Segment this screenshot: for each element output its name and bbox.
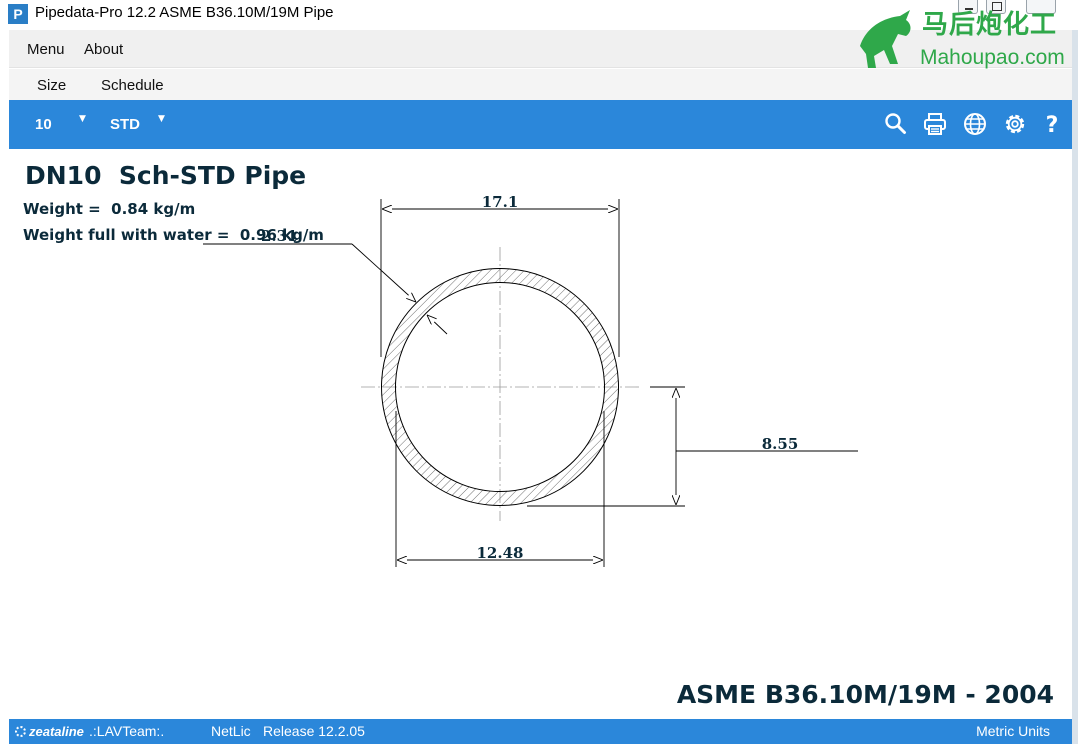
watermark-site-text: Mahoupao.com bbox=[920, 46, 1065, 69]
status-license: NetLic bbox=[211, 723, 251, 739]
tab-schedule[interactable]: Schedule bbox=[101, 77, 164, 94]
watermark-chinese-text: 马后炮化工 bbox=[922, 10, 1058, 40]
outside-diameter-label: 17.1 bbox=[482, 193, 519, 211]
logo-text: zeataline bbox=[29, 724, 84, 739]
inside-diameter-label: 12.48 bbox=[477, 544, 524, 562]
svg-text:?: ? bbox=[1046, 113, 1059, 137]
window-title: Pipedata-Pro 12.2 ASME B36.10M/19M Pipe bbox=[35, 4, 334, 21]
search-icon[interactable] bbox=[883, 111, 909, 137]
schedule-dropdown[interactable]: STD ▼ bbox=[104, 100, 179, 149]
pipe-drawing-panel: 17.1 12.48 8.55 2.31 DN10 Sch-STD Pipe W… bbox=[9, 149, 1072, 719]
help-icon[interactable]: ? bbox=[1039, 111, 1065, 138]
weight-value: Weight = 0.84 kg/m bbox=[23, 200, 196, 218]
window-edge bbox=[1072, 30, 1078, 744]
radius-label: 8.55 bbox=[762, 435, 799, 453]
toolbar: 10 ▼ STD ▼ ? bbox=[9, 100, 1072, 149]
status-release: Release 12.2.05 bbox=[263, 723, 365, 739]
zeataline-logo: zeataline bbox=[15, 724, 84, 739]
gear-icon[interactable] bbox=[1002, 111, 1028, 137]
status-units[interactable]: Metric Units bbox=[976, 723, 1050, 739]
caret-down-icon: ▼ bbox=[158, 114, 165, 124]
status-team: .:LAVTeam:. bbox=[89, 723, 165, 739]
size-dropdown[interactable]: 10 ▼ bbox=[29, 100, 99, 149]
radius-dimension bbox=[527, 386, 858, 507]
watermark: 马后炮化工 Mahoupao.com bbox=[852, 4, 1074, 76]
schedule-dropdown-value: STD bbox=[110, 116, 140, 133]
page-title: DN10 Sch-STD Pipe bbox=[25, 161, 307, 190]
print-icon[interactable] bbox=[922, 111, 948, 137]
horse-logo-icon bbox=[860, 10, 911, 68]
size-dropdown-value: 10 bbox=[35, 116, 52, 133]
logo-mark-icon bbox=[15, 726, 26, 737]
status-bar: zeataline .:LAVTeam:. NetLic Release 12.… bbox=[9, 719, 1072, 744]
globe-icon[interactable] bbox=[962, 111, 988, 137]
application-window: P Pipedata-Pro 12.2 ASME B36.10M/19M Pip… bbox=[0, 0, 1078, 744]
center-lines bbox=[361, 247, 641, 521]
weight-full-water-value: Weight full with water = 0.96 kg/m bbox=[23, 226, 324, 244]
app-icon: P bbox=[8, 4, 28, 24]
caret-down-icon: ▼ bbox=[79, 114, 86, 124]
tab-size[interactable]: Size bbox=[37, 77, 66, 94]
menu-item-about[interactable]: About bbox=[84, 41, 123, 58]
menu-item-menu[interactable]: Menu bbox=[27, 41, 65, 58]
standard-label: ASME B36.10M/19M - 2004 bbox=[676, 680, 1054, 709]
